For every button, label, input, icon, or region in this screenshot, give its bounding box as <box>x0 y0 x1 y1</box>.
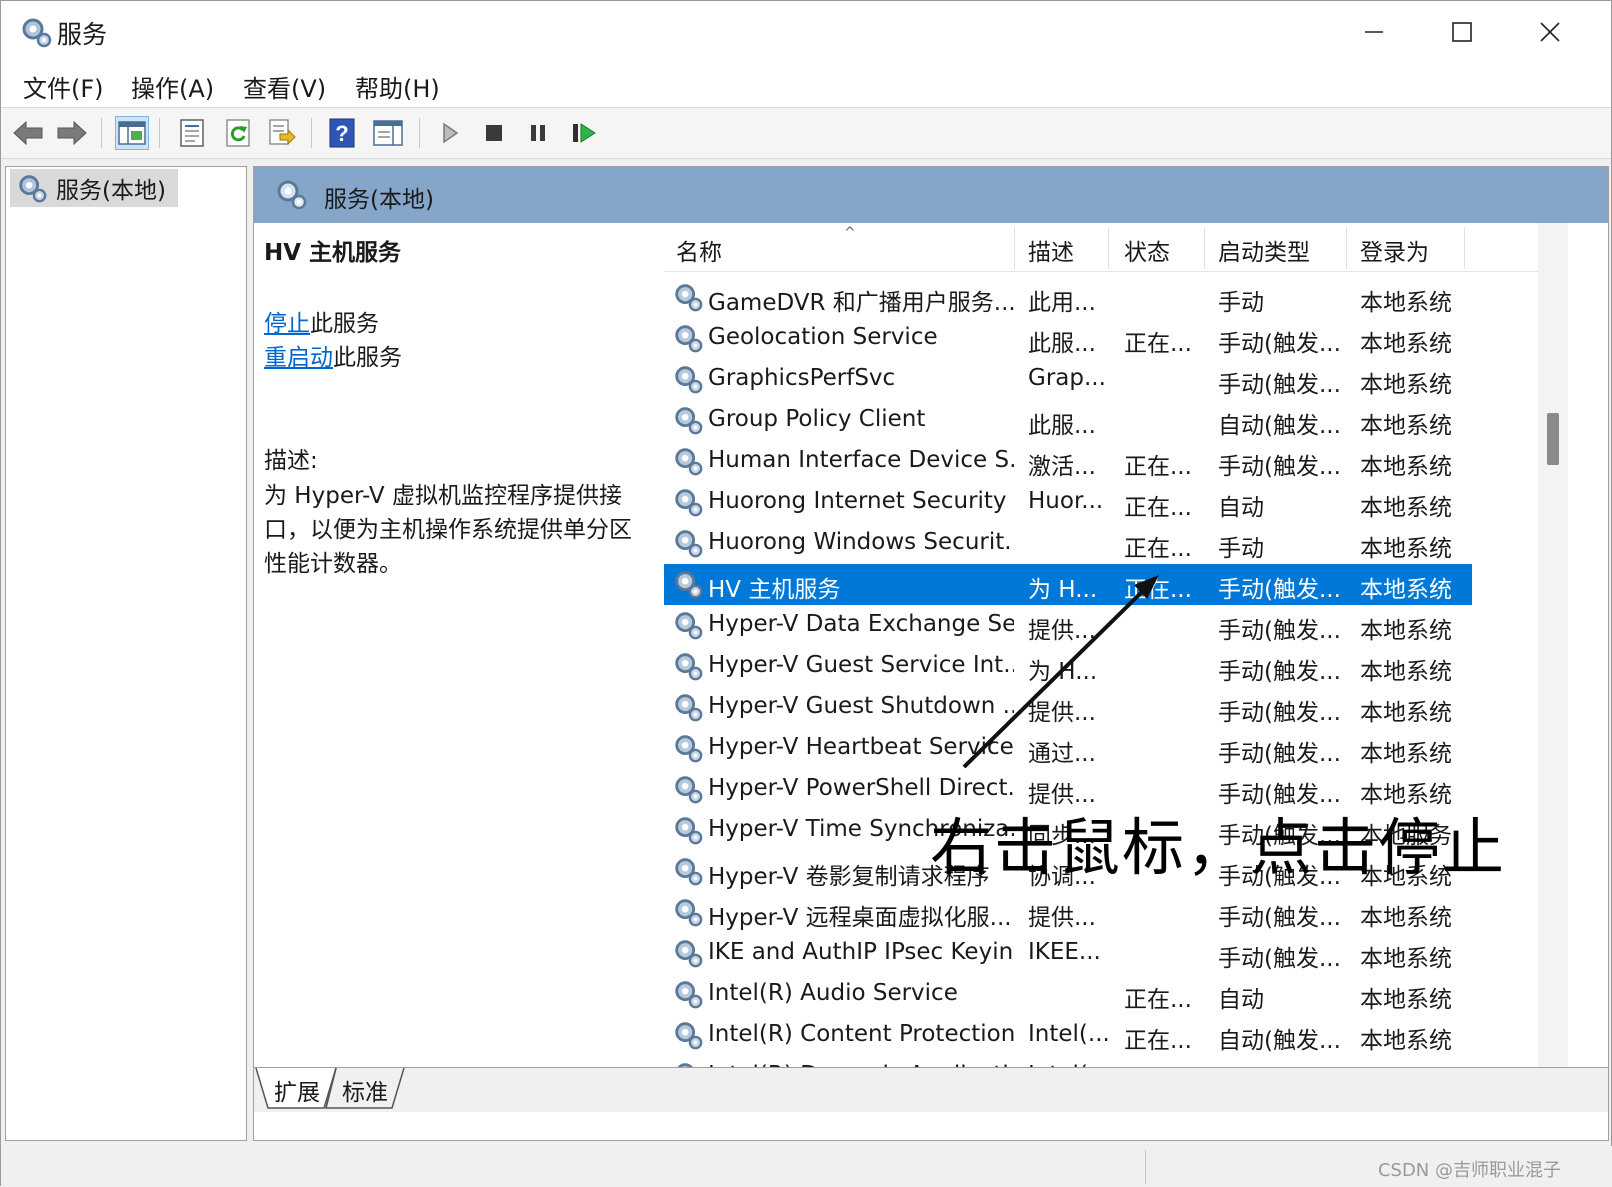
close-icon <box>1540 22 1560 42</box>
annotation-text: 右击鼠标，点击停止 <box>930 811 1507 884</box>
services-pane: 服务(本地) HV 主机服务 停止此服务 重启动此服务 描述: 为 Hyper-… <box>253 166 1609 1141</box>
help-button[interactable]: ? <box>325 116 359 150</box>
watermark: CSDN @吉师职业混子 <box>1377 1160 1561 1181</box>
menu-bar: 文件(F) 操作(A) 查看(V) 帮助(H) <box>1 63 1611 108</box>
tree-node-label: 服务(本地) <box>56 178 166 204</box>
properties-icon <box>180 119 204 147</box>
forward-icon <box>57 120 87 146</box>
show-action-pane-button[interactable] <box>371 116 405 150</box>
menu-help[interactable]: 帮助(H) <box>353 69 442 104</box>
toolbar-separator <box>419 118 420 148</box>
toolbar-separator <box>311 118 312 148</box>
restart-service-icon <box>573 123 596 143</box>
show-hide-console-tree-button[interactable] <box>115 116 149 150</box>
tab-standard[interactable]: 标准 <box>334 1072 396 1108</box>
status-divider <box>1145 1150 1146 1184</box>
toolbar: ? <box>1 108 1611 159</box>
properties-button[interactable] <box>175 116 209 150</box>
forward-button[interactable] <box>55 116 89 150</box>
start-service-icon <box>443 122 459 144</box>
view-tabs: 扩展 标准 <box>254 1067 1608 1112</box>
menu-action[interactable]: 操作(A) <box>129 69 216 104</box>
pause-service-button[interactable] <box>521 116 555 150</box>
back-button[interactable] <box>11 116 45 150</box>
menu-view[interactable]: 查看(V) <box>241 69 328 104</box>
console-tree: 服务(本地) <box>5 166 247 1141</box>
tree-node-services-local[interactable]: 服务(本地) <box>10 169 178 207</box>
svg-text:?: ? <box>335 121 348 146</box>
pause-service-icon <box>531 125 545 141</box>
toolbar-separator <box>159 118 160 148</box>
refresh-icon <box>226 119 250 147</box>
export-list-icon <box>269 119 296 146</box>
services-gear-icon <box>22 18 52 48</box>
help-icon: ? <box>329 118 355 148</box>
tab-extended[interactable]: 扩展 <box>266 1072 328 1108</box>
services-window: 服务 文件(F) 操作(A) 查看(V) 帮助(H) ? 服务(本地) 服务(本… <box>0 0 1612 1187</box>
stop-service-icon <box>486 125 502 141</box>
show-action-pane-icon <box>373 120 403 146</box>
toolbar-separator <box>101 118 102 148</box>
start-service-button[interactable] <box>433 116 467 150</box>
menu-file[interactable]: 文件(F) <box>21 69 106 104</box>
maximize-icon <box>1452 22 1472 42</box>
title-bar[interactable]: 服务 <box>1 1 1611 63</box>
close-button[interactable] <box>1527 11 1573 53</box>
minimize-button[interactable] <box>1351 11 1397 53</box>
maximize-button[interactable] <box>1439 11 1485 53</box>
export-list-button[interactable] <box>265 116 299 150</box>
stop-service-button[interactable] <box>477 116 511 150</box>
status-bar: CSDN @吉师职业混子 <box>1 1146 1612 1187</box>
services-gear-icon <box>19 175 47 203</box>
refresh-button[interactable] <box>221 116 255 150</box>
annotation-arrow <box>962 575 1159 769</box>
restart-service-button[interactable] <box>567 116 601 150</box>
minimize-icon <box>1365 31 1383 33</box>
show-hide-console-tree-icon <box>118 121 146 145</box>
window-title: 服务 <box>57 20 108 49</box>
back-icon <box>13 120 43 146</box>
